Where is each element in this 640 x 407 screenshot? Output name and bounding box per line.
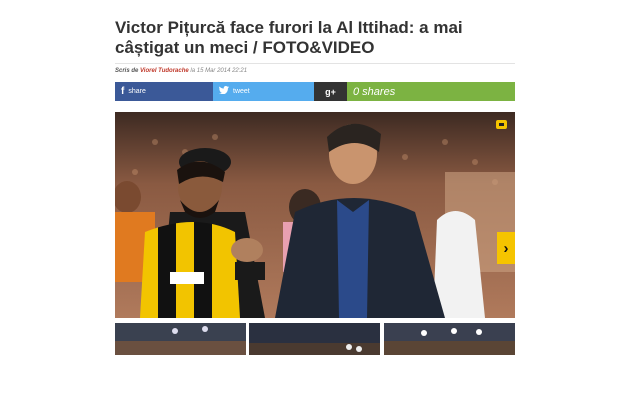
chevron-right-icon: › [503, 239, 509, 257]
author-link[interactable]: Viorel Tudorache [140, 68, 189, 74]
main-photo[interactable]: › [115, 112, 515, 318]
divider [115, 63, 515, 64]
googleplus-icon: g+ [325, 86, 336, 97]
facebook-share-label: share [128, 88, 146, 95]
byline: Scris de Viorel Tudorache la 15 Mar 2014… [115, 68, 515, 74]
thumbnail-strip [115, 323, 515, 355]
shares-count: 0 shares [347, 82, 515, 101]
gallery-icon[interactable] [496, 120, 507, 129]
article-date: 15 Mar 2014 22:21 [196, 68, 248, 74]
next-photo-button[interactable]: › [497, 232, 515, 264]
thumbnail-2[interactable] [249, 323, 381, 355]
date-prefix: la [190, 68, 196, 74]
googleplus-share-button[interactable]: g+ [314, 82, 347, 101]
byline-label: Scris de [115, 68, 139, 74]
thumbnail-3[interactable] [383, 323, 515, 355]
photo-illustration [115, 112, 515, 318]
thumbnail-1[interactable] [115, 323, 246, 355]
share-bar: f share tweet g+ 0 shares [115, 82, 515, 101]
article-headline: Victor Pițurcă face furori la Al Ittihad… [115, 18, 463, 57]
twitter-share-button[interactable]: tweet [213, 82, 314, 101]
twitter-icon [219, 86, 229, 97]
twitter-share-label: tweet [233, 88, 250, 95]
facebook-icon: f [121, 86, 125, 97]
facebook-share-button[interactable]: f share [115, 82, 213, 101]
